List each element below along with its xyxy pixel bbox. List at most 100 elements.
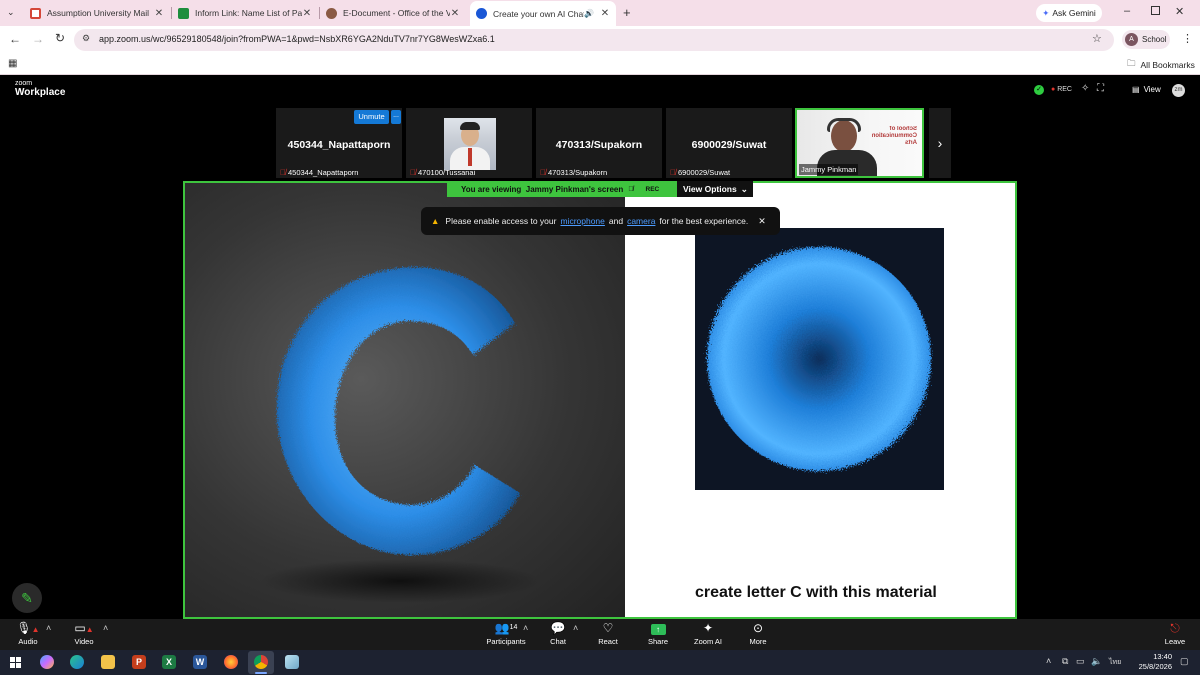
participants-caret-icon[interactable]: ˄	[523, 623, 528, 633]
camera-link[interactable]: camera	[627, 216, 655, 226]
view-options-button[interactable]: View Options ⌄	[677, 181, 753, 197]
microphone-link[interactable]: microphone	[560, 216, 604, 226]
participant-small-name: 450344_Napattaporn	[288, 168, 359, 177]
participant-big-name: 470313/Supakorn	[555, 139, 643, 151]
fullscreen-icon[interactable]: ⛶	[1097, 83, 1104, 94]
more-label: More	[749, 637, 767, 646]
bookmark-star-icon[interactable]: ☆	[1092, 32, 1102, 45]
tray-display-icon[interactable]: ▭	[1076, 656, 1085, 667]
leave-button[interactable]: ⎋ Leave	[1152, 620, 1198, 650]
close-window-icon[interactable]: ✕	[1175, 5, 1184, 18]
zoom-logo: zoom Workplace	[15, 80, 65, 99]
file-explorer-icon[interactable]	[101, 655, 115, 669]
ai-companion-icon[interactable]: ✧	[1081, 83, 1089, 94]
video-button[interactable]: ▭▲ Video	[61, 620, 107, 650]
close-tab-icon[interactable]: ✕	[302, 8, 312, 19]
app-icon[interactable]	[285, 655, 299, 669]
close-tab-icon[interactable]: ✕	[450, 8, 460, 19]
viewing-banner: You are viewing Jammy Pinkman's screen 🎙…	[447, 181, 677, 197]
chevron-down-icon: ⌄	[740, 183, 748, 194]
slide-caption: create letter C with this material	[695, 584, 937, 601]
zoom-ai-button[interactable]: ✦ Zoom AI	[685, 620, 731, 650]
browser-toolbar: ← → ↻ ⚙ app.zoom.us/wc/96529180548/join?…	[0, 26, 1200, 54]
zoom-logo-bottom: Workplace	[15, 87, 66, 98]
taskbar-clock[interactable]: 13:40 25/8/2026	[1128, 652, 1172, 672]
tray-network-icon[interactable]: ⧉	[1062, 656, 1068, 667]
volume-icon[interactable]: 🔈	[1091, 656, 1102, 667]
edge-icon[interactable]	[70, 655, 84, 669]
profile-label: School	[1142, 35, 1167, 44]
tab-inform-link[interactable]: Inform Link: Name List of Partic ✕	[172, 2, 318, 24]
participant-small-name: 470313/Supakorn	[548, 168, 608, 177]
participants-count: 14	[509, 624, 518, 631]
participant-tile-active-speaker[interactable]: School of Communication Arts Jammy Pinkm…	[795, 108, 924, 178]
tray-chevron-icon[interactable]: ˄	[1046, 656, 1051, 666]
participant-big-name: 450344_Napattaporn	[287, 139, 391, 151]
zoom-ai-label: Zoom AI	[694, 637, 722, 646]
participant-small-name: 470100/Tussanai	[418, 168, 476, 177]
close-tab-icon[interactable]: ✕	[154, 8, 164, 19]
copilot-icon[interactable]	[40, 655, 54, 669]
muted-mic-icon: 🎙̸	[670, 168, 676, 177]
profile-chip[interactable]: A School	[1122, 30, 1170, 49]
input-language[interactable]: ไทย	[1109, 657, 1121, 668]
annotate-pencil-button[interactable]: ✎	[12, 583, 42, 613]
powerpoint-icon[interactable]: P	[132, 655, 146, 669]
chat-caret-icon[interactable]: ˄	[573, 623, 578, 633]
notification-icon[interactable]: ▢	[1180, 656, 1189, 667]
leave-label: Leave	[1164, 637, 1186, 646]
zoom-user-avatar[interactable]: zm	[1172, 84, 1185, 97]
more-options-button[interactable]: ...	[391, 110, 401, 124]
ask-gemini-button[interactable]: ✦ Ask Gemini	[1036, 4, 1102, 22]
video-options-caret-icon[interactable]: ˄	[103, 623, 108, 633]
apps-grid-icon[interactable]: ▦	[8, 58, 17, 69]
restore-window-icon[interactable]	[1151, 6, 1160, 15]
close-notice-icon[interactable]: ✕	[758, 216, 766, 227]
participant-tile[interactable]: 470313/Supakorn 🎙̸ 470313/Supakorn	[536, 108, 662, 178]
tab-assumption-mail[interactable]: Assumption University Mail ✕	[24, 2, 170, 24]
react-button[interactable]: ♡ React	[585, 620, 631, 650]
view-menu-button[interactable]: ▤ View	[1132, 85, 1161, 94]
minimize-window-icon[interactable]: –	[1124, 5, 1130, 17]
tab-e-document[interactable]: E-Document - Office of the Vic ✕	[320, 2, 466, 24]
browser-menu-icon[interactable]: ⋮	[1182, 32, 1193, 45]
windows-start-icon[interactable]	[10, 657, 21, 668]
audio-options-caret-icon[interactable]: ˄	[46, 623, 51, 633]
participant-name-tag: 🎙̸ 470313/Supakorn	[540, 168, 607, 177]
react-label: React	[598, 637, 618, 646]
tab-label: Create your own AI Chatbo	[493, 8, 584, 19]
unmute-button[interactable]: Unmute	[354, 110, 389, 124]
recording-indicator[interactable]: ● REC	[1051, 86, 1072, 93]
excel-icon[interactable]: X	[162, 655, 176, 669]
zoom-top-bar: zoom Workplace ✓ ● REC ✧ ⛶ ▤ View zm	[0, 76, 1200, 106]
participant-strip: 450344_Napattaporn 🎙̸ 450344_Napattaporn …	[276, 108, 951, 178]
all-bookmarks-button[interactable]: 🗀 All Bookmarks	[1127, 58, 1195, 72]
tab-zoom-active[interactable]: Create your own AI Chatbo 🔊 ✕	[470, 1, 616, 26]
more-button[interactable]: ⊙ More	[735, 620, 781, 650]
tab-search-icon[interactable]: ⌄	[7, 7, 15, 18]
audio-button[interactable]: 🎙▲ Audio	[5, 620, 51, 650]
address-bar[interactable]: ⚙ app.zoom.us/wc/96529180548/join?fromPW…	[74, 29, 1114, 51]
firefox-icon[interactable]	[224, 655, 238, 669]
new-tab-button[interactable]: +	[623, 5, 631, 20]
tab-label: Assumption University Mail	[47, 8, 150, 18]
site-info-icon[interactable]: ⚙	[82, 33, 90, 44]
participant-tile[interactable]: 6900029/Suwat 🎙̸ 6900029/Suwat	[666, 108, 792, 178]
close-tab-icon[interactable]: ✕	[600, 8, 610, 19]
chrome-icon[interactable]	[254, 655, 268, 669]
shared-slide: create letter C with this material	[625, 183, 1015, 617]
next-page-button[interactable]: ›	[929, 108, 951, 178]
share-button[interactable]: ↑ Share	[635, 620, 681, 650]
participant-name-tag: Jammy Pinkman	[799, 164, 859, 175]
speaker-icon[interactable]: 🔊	[584, 9, 594, 18]
muted-mic-icon: 🎙̸	[540, 168, 546, 177]
view-options-label: View Options	[683, 184, 737, 194]
back-arrow-icon[interactable]: ←	[9, 32, 21, 46]
forward-arrow-icon[interactable]: →	[32, 32, 44, 46]
participants-label: Participants	[486, 637, 526, 646]
participant-tile[interactable]: 🎙̸ 470100/Tussanai	[406, 108, 532, 178]
word-icon[interactable]: W	[193, 655, 207, 669]
reload-icon[interactable]: ↻	[55, 31, 65, 45]
fur-letter-c-image	[260, 267, 540, 603]
encryption-shield-icon[interactable]: ✓	[1034, 85, 1044, 95]
